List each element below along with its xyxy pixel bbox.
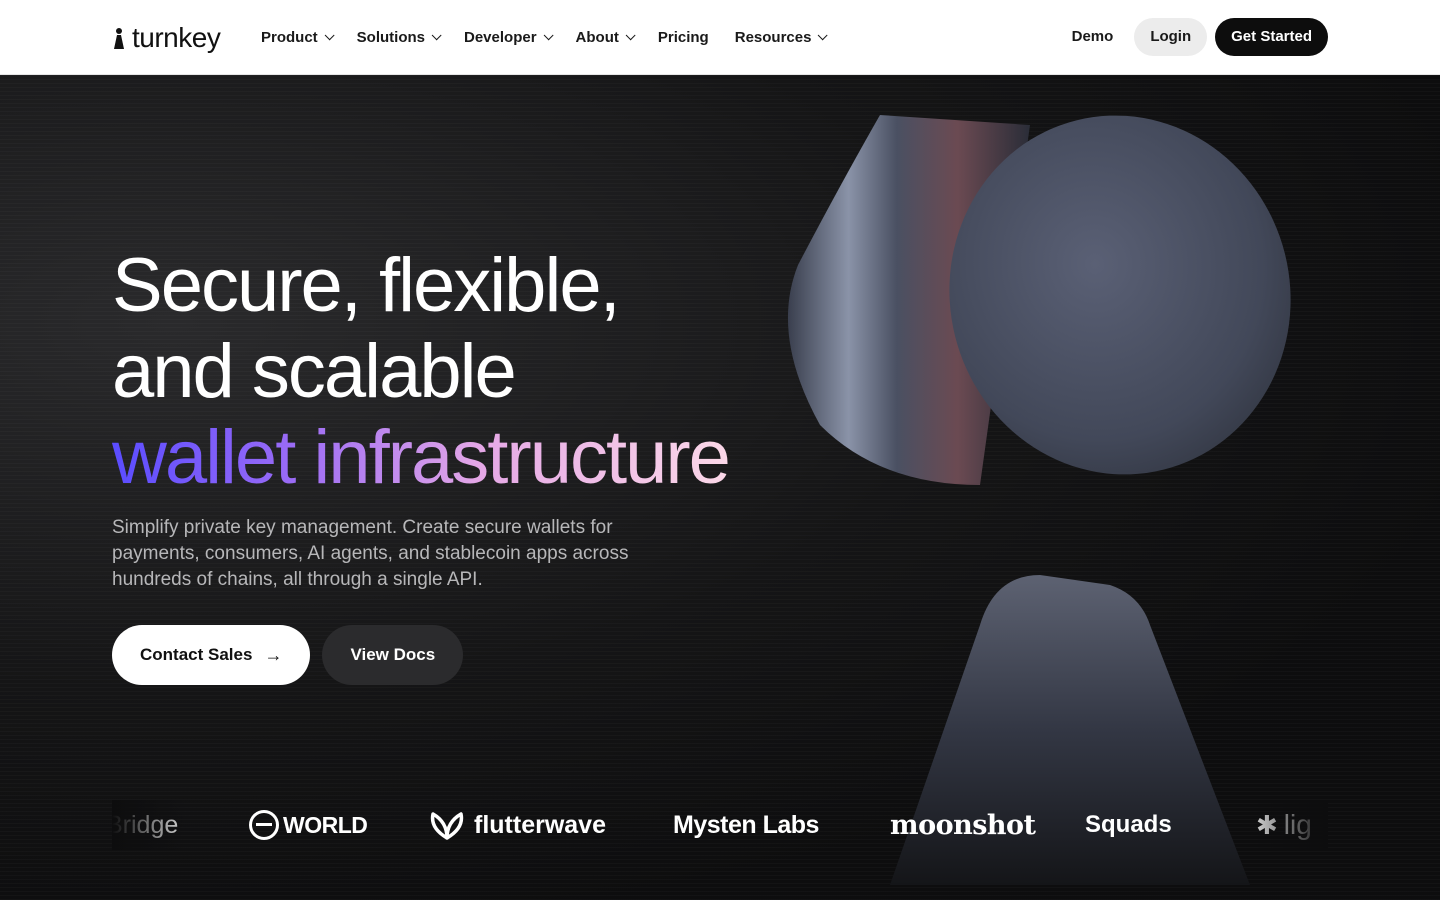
hero-headline: Secure, flexible, and scalable wallet in… <box>112 243 731 501</box>
spark-icon: ✱ <box>1256 809 1278 840</box>
menu-resources[interactable]: Resources <box>734 29 829 46</box>
menu-label: Solutions <box>356 29 425 46</box>
partner-logo-squads: Squads <box>1085 800 1172 850</box>
menu-label: Product <box>261 29 318 46</box>
get-started-button[interactable]: Get Started <box>1215 18 1328 56</box>
menu-label: Pricing <box>657 29 709 46</box>
login-button[interactable]: Login <box>1134 18 1208 56</box>
menu-label: Resources <box>734 29 812 46</box>
brand-logo[interactable]: turnkey <box>112 22 221 54</box>
chevron-down-icon <box>818 30 829 41</box>
chevron-down-icon <box>543 30 554 41</box>
sculpture-image <box>787 115 1291 885</box>
hero-subtitle: Simplify private key management. Create … <box>112 517 629 590</box>
demo-link[interactable]: Demo <box>1051 18 1135 56</box>
partner-logo-moonshot: moonshot <box>890 800 1036 850</box>
headline-line-2: and scalable <box>112 329 517 414</box>
chevron-down-icon <box>324 30 335 41</box>
partner-name: Squads <box>1085 811 1172 838</box>
menu-product[interactable]: Product <box>261 29 335 46</box>
menu-label: Developer <box>464 29 537 46</box>
partner-name: Bridge <box>112 810 179 839</box>
partner-logo-flutterwave: flutterwave <box>430 800 606 850</box>
brand-name: turnkey <box>132 22 221 53</box>
view-docs-button[interactable]: View Docs <box>322 625 464 685</box>
contact-sales-label: Contact Sales <box>140 645 253 664</box>
partner-name: WORLD <box>283 811 368 838</box>
menu-solutions[interactable]: Solutions <box>356 29 442 46</box>
headline-line-3: wallet infrastructure <box>112 415 731 500</box>
partner-logos: Bridge WORLD flutterwave Mysten Labs moo… <box>112 800 1328 850</box>
chevron-down-icon <box>625 30 636 41</box>
nav-actions: Demo Login Get Started <box>1051 18 1328 56</box>
partner-logo-mysten-labs: Mysten Labs <box>673 800 819 850</box>
flutterwave-icon <box>430 812 464 840</box>
partner-name: flutterwave <box>474 810 606 839</box>
partner-logo-world: WORLD <box>249 800 368 850</box>
menu-about[interactable]: About <box>575 29 636 46</box>
partner-name: Mysten Labs <box>673 810 819 839</box>
partner-name: lig <box>1283 809 1312 840</box>
hero-section: Secure, flexible, and scalable wallet in… <box>0 75 1440 900</box>
main-menu: Product Solutions Developer About Pricin… <box>261 0 850 75</box>
partner-logo-bridge: Bridge <box>112 800 178 850</box>
partner-logo-lig: ✱ lig <box>1256 800 1312 850</box>
arrow-right-icon: → <box>264 644 283 665</box>
menu-pricing[interactable]: Pricing <box>658 29 709 46</box>
hero-actions: Contact Sales → View Docs <box>112 625 464 685</box>
partner-name: moonshot <box>890 809 1036 841</box>
menu-developer[interactable]: Developer <box>464 29 554 46</box>
chevron-down-icon <box>431 30 442 41</box>
menu-label: About <box>575 29 619 46</box>
turnkey-logo-icon <box>112 26 126 50</box>
top-navigation: turnkey Product Solutions Developer Abou… <box>0 0 1440 75</box>
contact-sales-button[interactable]: Contact Sales → <box>112 625 311 685</box>
headline-line-1: Secure, flexible, <box>112 243 621 328</box>
world-icon <box>249 810 279 840</box>
